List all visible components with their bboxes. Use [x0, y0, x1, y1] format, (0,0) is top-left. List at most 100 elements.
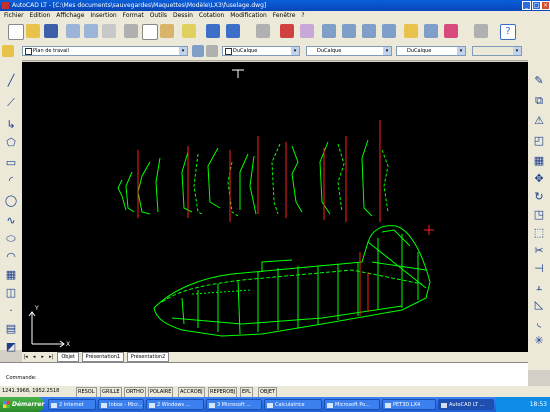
print-preview-icon[interactable] [84, 24, 98, 38]
design-center-icon[interactable] [424, 24, 438, 38]
zoom-realtime-icon[interactable] [322, 24, 336, 38]
polygon-icon[interactable]: ⬠ [4, 136, 18, 150]
chamfer-icon[interactable]: ◺ [532, 298, 546, 312]
task-inbox[interactable]: Inbox - Micr... [98, 399, 144, 410]
make-layer-current-icon[interactable] [192, 45, 204, 57]
layer-previous-icon[interactable] [206, 45, 218, 57]
tab-objet[interactable]: Objet [57, 352, 79, 362]
rotate-icon[interactable]: ↻ [532, 190, 546, 204]
menu-cotation[interactable]: Cotation [199, 12, 224, 19]
task-microsoft[interactable]: 3 Microsoft ... [206, 399, 262, 410]
task-powerpoint[interactable]: Microsoft Po... [324, 399, 380, 410]
task-autocad[interactable]: AutoCAD LT ... [438, 399, 494, 410]
find-icon[interactable] [102, 24, 116, 38]
menu-dessin[interactable]: Dessin [173, 12, 193, 19]
ellipse-arc-icon[interactable]: ◠ [4, 250, 18, 264]
linetype-dropdown[interactable]: DuCalque ▾ [306, 46, 392, 56]
pan-realtime-icon[interactable] [300, 24, 314, 38]
menu-edition[interactable]: Edition [30, 12, 51, 19]
task-pet3d[interactable]: PET3D.LX4 [382, 399, 436, 410]
paste-icon[interactable] [160, 24, 174, 38]
arc-icon[interactable]: ◜ [4, 174, 18, 188]
match-properties-icon[interactable] [182, 24, 196, 38]
tab-presentation2[interactable]: Présentation2 [126, 352, 170, 362]
menu-help[interactable]: ? [301, 12, 304, 19]
copy-object-icon[interactable]: ⧉ [532, 94, 546, 108]
menu-affichage[interactable]: Affichage [56, 12, 84, 19]
start-button[interactable]: Démarrer [0, 397, 44, 412]
explode-icon[interactable]: ✳ [532, 334, 546, 348]
app-icon[interactable] [2, 2, 9, 9]
lineweight-dropdown[interactable]: DuCalque ▾ [396, 46, 466, 56]
zoom-window-icon[interactable] [342, 24, 356, 38]
copy-icon[interactable] [142, 24, 158, 40]
fillet-icon[interactable]: ◟ [532, 316, 546, 330]
save-icon[interactable] [44, 24, 58, 38]
construction-line-icon[interactable]: ⟋ [4, 96, 18, 110]
task-label: Calculatrice [275, 402, 305, 408]
print-icon[interactable] [66, 24, 80, 38]
region-icon[interactable]: ◩ [4, 340, 18, 354]
scale-icon[interactable]: ◳ [532, 208, 546, 222]
last-tab-button[interactable]: ▸| [48, 352, 55, 362]
menu-outils[interactable]: Outils [150, 12, 167, 19]
cut-icon[interactable] [124, 24, 138, 38]
menu-fichier[interactable]: Fichier [4, 12, 24, 19]
first-tab-button[interactable]: |◂ [22, 352, 29, 362]
properties-icon[interactable] [404, 24, 418, 38]
polyline-icon[interactable]: ↳ [4, 118, 18, 132]
circle-icon[interactable]: ◯ [4, 194, 18, 208]
command-window[interactable]: Commande: [0, 362, 528, 387]
previous-tab-button[interactable]: ◂ [31, 352, 38, 362]
spline-icon[interactable]: ∿ [4, 214, 18, 228]
undo-icon[interactable] [206, 24, 220, 38]
snap-icon[interactable] [280, 24, 294, 38]
array-icon[interactable]: ▦ [532, 154, 546, 168]
offset-icon[interactable]: ◰ [532, 134, 546, 148]
new-file-icon[interactable] [8, 24, 24, 40]
menu-insertion[interactable]: Insertion [90, 12, 116, 19]
extend-icon[interactable]: ⊣ [532, 262, 546, 276]
task-calculatrice[interactable]: Calculatrice [264, 399, 322, 410]
drawing-canvas[interactable]: Y X [22, 62, 528, 352]
point-icon[interactable]: · [4, 304, 18, 318]
help-icon[interactable]: ? [500, 24, 516, 40]
close-button[interactable]: × [541, 1, 550, 10]
minimize-button[interactable]: _ [522, 1, 531, 10]
make-block-icon[interactable]: ◫ [4, 286, 18, 300]
hatch-icon[interactable]: ▤ [4, 322, 18, 336]
layer-dropdown[interactable]: Plan de travail ▾ [22, 46, 188, 56]
plot-style-dropdown[interactable]: ▾ [472, 46, 522, 56]
open-folder-icon[interactable] [26, 24, 40, 38]
menu-format[interactable]: Format [123, 12, 144, 19]
tab-presentation1[interactable]: Présentation1 [81, 352, 125, 362]
trim-icon[interactable]: ✂ [532, 244, 546, 258]
ellipse-icon[interactable]: ⬭ [4, 232, 18, 246]
menu-fenetre[interactable]: Fenêtre [273, 12, 296, 19]
break-icon[interactable]: ⫠ [532, 280, 546, 294]
redo-icon[interactable] [226, 24, 240, 38]
window-title: AutoCAD LT - [C:\Mes documents\sauvegard… [12, 2, 267, 9]
tool-palettes-icon[interactable] [444, 24, 458, 38]
pan-icon[interactable] [256, 24, 270, 38]
task-internet[interactable]: 2 Internet [48, 399, 96, 410]
task-windows[interactable]: 2 Windows ... [146, 399, 204, 410]
color-dropdown[interactable]: DuCalque ▾ [222, 46, 300, 56]
zoom-previous-icon[interactable] [362, 24, 376, 38]
menu-modification[interactable]: Modification [230, 12, 267, 19]
rectangle-icon[interactable]: ▭ [4, 156, 18, 170]
mirror-icon[interactable]: ⚠ [532, 114, 546, 128]
calculator-icon[interactable] [474, 24, 488, 38]
stretch-icon[interactable]: ⬚ [532, 226, 546, 240]
zoom-extents-icon[interactable] [382, 24, 396, 38]
layer-manager-icon[interactable] [2, 45, 14, 57]
move-icon[interactable]: ✥ [532, 172, 546, 186]
clock[interactable]: 18:53 [530, 401, 547, 408]
insert-block-icon[interactable]: ▦ [4, 268, 18, 282]
erase-icon[interactable]: ✎ [532, 74, 546, 88]
maximize-button[interactable]: □ [532, 1, 541, 10]
title-bar: AutoCAD LT - [C:\Mes documents\sauvegard… [0, 0, 550, 11]
line-icon[interactable]: ╱ [4, 74, 18, 88]
next-tab-button[interactable]: ▸ [39, 352, 46, 362]
start-label: Démarrer [12, 401, 45, 408]
